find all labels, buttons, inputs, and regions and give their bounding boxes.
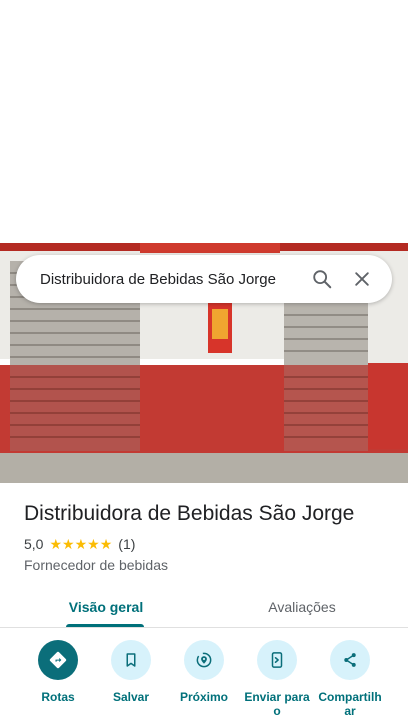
tab-reviews[interactable]: Avaliações <box>250 586 354 628</box>
place-title: Distribuidora de Bebidas São Jorge <box>24 502 355 525</box>
nearby-button[interactable]: Próximo <box>164 640 244 704</box>
directions-label: Rotas <box>41 690 75 704</box>
tab-overview[interactable]: Visão geral <box>60 586 152 628</box>
search-bar[interactable]: Distribuidora de Bebidas São Jorge <box>16 255 392 303</box>
nearby-label: Próximo <box>179 690 228 704</box>
nearby-icon <box>184 640 224 680</box>
bookmark-icon <box>111 640 151 680</box>
tab-selected-indicator <box>66 624 144 627</box>
share-icon <box>330 640 370 680</box>
directions-icon <box>38 640 78 680</box>
star-icon: ★ <box>62 536 75 552</box>
send-to-phone-label: Enviar para o <box>244 690 310 718</box>
rating-row[interactable]: 5,0 ★ ★ ★ ★ ★ (1) <box>24 535 394 553</box>
star-icon: ★ <box>49 536 63 552</box>
place-info: Distribuidora de Bebidas São Jorge 5,0 ★… <box>24 499 394 573</box>
search-icon[interactable] <box>302 259 342 299</box>
action-bar: Rotas Salvar Próximo Enviar para o Compa… <box>0 640 408 726</box>
save-button[interactable]: Salvar <box>91 640 171 704</box>
rating-value: 5,0 <box>24 536 44 552</box>
send-to-phone-icon <box>257 640 297 680</box>
close-icon[interactable] <box>342 259 382 299</box>
review-count[interactable]: (1) <box>118 536 135 552</box>
tab-bar: Visão geral Avaliações <box>0 586 408 628</box>
star-icon: ★ <box>74 536 88 552</box>
share-label: Compartilhar <box>318 690 382 718</box>
send-to-phone-button[interactable]: Enviar para o <box>237 640 317 718</box>
star-rating: ★ ★ ★ ★ ★ <box>49 537 112 551</box>
share-button[interactable]: Compartilhar <box>310 640 390 718</box>
save-label: Salvar <box>112 690 150 704</box>
search-input[interactable]: Distribuidora de Bebidas São Jorge <box>40 271 302 288</box>
map-blank-area <box>0 0 408 243</box>
star-icon: ★ <box>87 536 100 552</box>
place-category: Fornecedor de bebidas <box>24 557 168 573</box>
star-icon: ★ <box>99 536 113 552</box>
directions-button[interactable]: Rotas <box>18 640 98 704</box>
